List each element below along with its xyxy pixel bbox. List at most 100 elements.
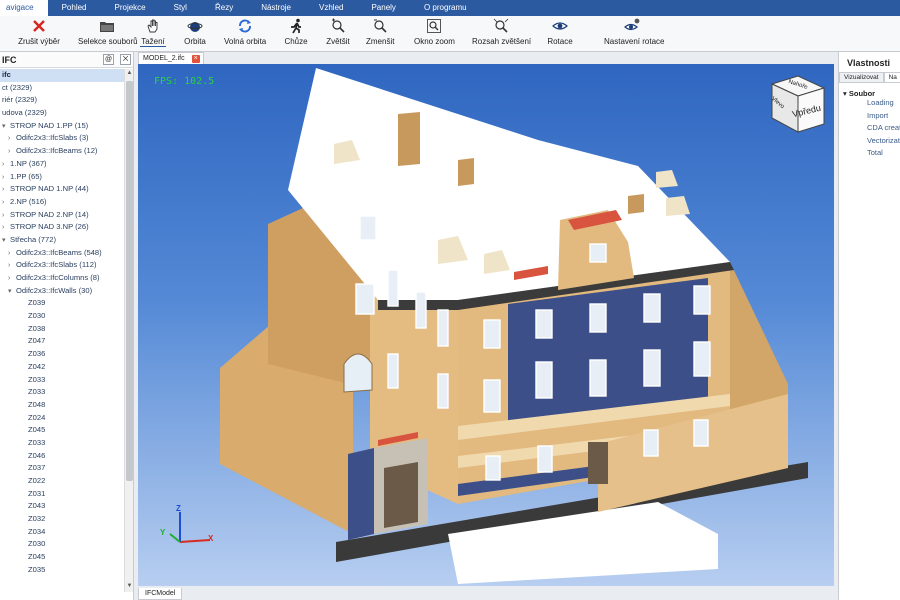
tab-visualize[interactable]: Vizualizovat: [839, 72, 884, 82]
zoom-extents-button[interactable]: Rozsah zvětšení: [472, 18, 531, 50]
tree-node[interactable]: › Odifc2x3::IfcSlabs (3): [0, 132, 124, 145]
tree-node[interactable]: Z035: [0, 564, 124, 577]
document-tab[interactable]: MODEL_2.ifc ×: [138, 52, 204, 64]
cancel-x-icon: [33, 20, 45, 32]
tree-node[interactable]: › 1.PP (65): [0, 171, 124, 184]
scroll-down-icon[interactable]: ▼: [126, 583, 133, 591]
tree-scrollbar[interactable]: ▲ ▼: [124, 69, 133, 592]
menu-item[interactable]: avigace: [0, 0, 48, 16]
tree-node[interactable]: ▾ Střecha (772): [0, 234, 124, 247]
tree-node[interactable]: › 2.NP (516): [0, 196, 124, 209]
tree-node[interactable]: ▾ STROP NAD 1.PP (15): [0, 120, 124, 133]
tree-node[interactable]: Z047: [0, 335, 124, 348]
tree-node-label: Odifc2x3::IfcSlabs (112): [16, 260, 97, 270]
tree-node[interactable]: ifc: [0, 69, 124, 82]
tree-node[interactable]: › 1.NP (367): [0, 158, 124, 171]
property-group[interactable]: ▾ Soubor: [839, 83, 900, 98]
tree-node[interactable]: Z030: [0, 538, 124, 551]
building-model[interactable]: [138, 64, 834, 586]
tree-node-label: Z033: [28, 437, 46, 447]
menu-item[interactable]: Vzhled: [305, 0, 357, 16]
tree-node-label: Z033: [28, 374, 46, 384]
tree-node[interactable]: › STROP NAD 2.NP (14): [0, 209, 124, 222]
scroll-up-icon[interactable]: ▲: [126, 70, 133, 78]
tool-label: Tažení: [140, 37, 166, 47]
view-cube[interactable]: Vpředu Nahoře Vlevo: [764, 74, 828, 134]
menu-item[interactable]: O programu: [410, 0, 481, 16]
properties-panel: Vlastnosti Vizualizovat Na ▾ Soubor Load…: [838, 52, 900, 600]
scroll-thumb[interactable]: [126, 81, 133, 481]
tree-node[interactable]: Z037: [0, 462, 124, 475]
tree-node[interactable]: Z045: [0, 424, 124, 437]
menu-item[interactable]: Řezy: [201, 0, 247, 16]
tree-node[interactable]: Z036: [0, 348, 124, 361]
axis-z-label: Z: [176, 504, 181, 513]
close-icon[interactable]: ×: [191, 55, 200, 63]
tree-node[interactable]: riér (2329): [0, 94, 124, 107]
zoom-out-button[interactable]: Zmenšit: [366, 18, 394, 50]
tree-node[interactable]: Z034: [0, 526, 124, 539]
tree-node[interactable]: Z048: [0, 399, 124, 412]
tree-node-label: Odifc2x3::IfcSlabs (3): [16, 133, 89, 143]
tree-node-label: Z022: [28, 476, 46, 485]
menu-item[interactable]: Nástroje: [247, 0, 305, 16]
3d-viewport[interactable]: FPS: 102.5 Vpředu Nahoře Vlevo X Z Y: [138, 64, 834, 586]
menu-item[interactable]: Projekce: [101, 0, 160, 16]
tree-node[interactable]: Z033: [0, 437, 124, 450]
tree-node[interactable]: Z038: [0, 323, 124, 336]
deselect-button[interactable]: Zrušit výběr: [18, 18, 60, 50]
tree-node[interactable]: › Odifc2x3::IfcSlabs (112): [0, 259, 124, 272]
tree-node-label: riér (2329): [2, 95, 38, 105]
panel-close-button[interactable]: ⨉: [120, 54, 131, 65]
tree-node[interactable]: Z030: [0, 310, 124, 323]
tree-node[interactable]: › Odifc2x3::IfcBeams (12): [0, 145, 124, 158]
rotate-eye-icon: [552, 22, 568, 30]
rotation-settings-button[interactable]: Nastavení rotace: [604, 18, 664, 50]
tree-node[interactable]: Z043: [0, 500, 124, 513]
tree-node[interactable]: › Odifc2x3::IfcBeams (548): [0, 247, 124, 260]
tree-node[interactable]: udova (2329): [0, 107, 124, 120]
tree-node[interactable]: Z042: [0, 361, 124, 374]
menu-item[interactable]: Styl: [160, 0, 201, 16]
document-tab-label: MODEL_2.ifc: [143, 55, 185, 62]
tree-node[interactable]: › Odifc2x3::IfcColumns (8): [0, 272, 124, 285]
tree-node[interactable]: Z031: [0, 488, 124, 501]
tree-node[interactable]: Z046: [0, 450, 124, 463]
tree-node[interactable]: › STROP NAD 1.NP (44): [0, 183, 124, 196]
property-item[interactable]: Total: [839, 147, 900, 160]
zoom-in-button[interactable]: Zvětšit: [326, 18, 350, 50]
property-item[interactable]: Import: [839, 110, 900, 123]
tree-node[interactable]: Z033: [0, 386, 124, 399]
toolbar: Zrušit výběr Selekce souborů Tažení Orbi…: [0, 16, 900, 52]
tree-node-label: Z036: [28, 349, 46, 359]
axis-x-label: X: [208, 534, 214, 543]
tree-node[interactable]: Z045: [0, 551, 124, 564]
pan-button[interactable]: Tažení: [140, 18, 166, 50]
tree-node[interactable]: ct (2329): [0, 82, 124, 95]
model-tab[interactable]: IFCModel: [138, 588, 183, 600]
tree-node[interactable]: Z039: [0, 297, 124, 310]
free-orbit-icon: [239, 19, 251, 33]
orbit-button[interactable]: Orbita: [182, 18, 208, 50]
rotate-button[interactable]: Rotace: [547, 18, 573, 50]
tree-node[interactable]: › STROP NAD 3.NP (26): [0, 221, 124, 234]
property-item[interactable]: Vectorizati: [839, 135, 900, 148]
tree-node[interactable]: Z022: [0, 475, 124, 488]
tree-node-label: Z039: [28, 298, 46, 308]
tree-node[interactable]: Z033: [0, 374, 124, 387]
tree-node[interactable]: Z024: [0, 412, 124, 425]
zoom-window-button[interactable]: Okno zoom: [414, 18, 455, 50]
property-item[interactable]: Loading: [839, 97, 900, 110]
walk-button[interactable]: Chůze: [284, 18, 308, 50]
tree-node[interactable]: ▾ Odifc2x3::IfcWalls (30): [0, 285, 124, 298]
menu-item[interactable]: Panely: [357, 0, 409, 16]
tab-properties[interactable]: Na: [883, 72, 900, 82]
file-selection-button[interactable]: Selekce souborů: [78, 18, 138, 50]
tree-node-label: Z024: [28, 412, 46, 422]
free-orbit-button[interactable]: Volná orbita: [224, 18, 266, 50]
tree-node[interactable]: Z032: [0, 513, 124, 526]
menu-item[interactable]: Pohled: [48, 0, 101, 16]
property-item[interactable]: CDA creati: [839, 122, 900, 135]
panel-pin-button[interactable]: @: [103, 54, 114, 65]
hand-icon: [147, 19, 158, 33]
